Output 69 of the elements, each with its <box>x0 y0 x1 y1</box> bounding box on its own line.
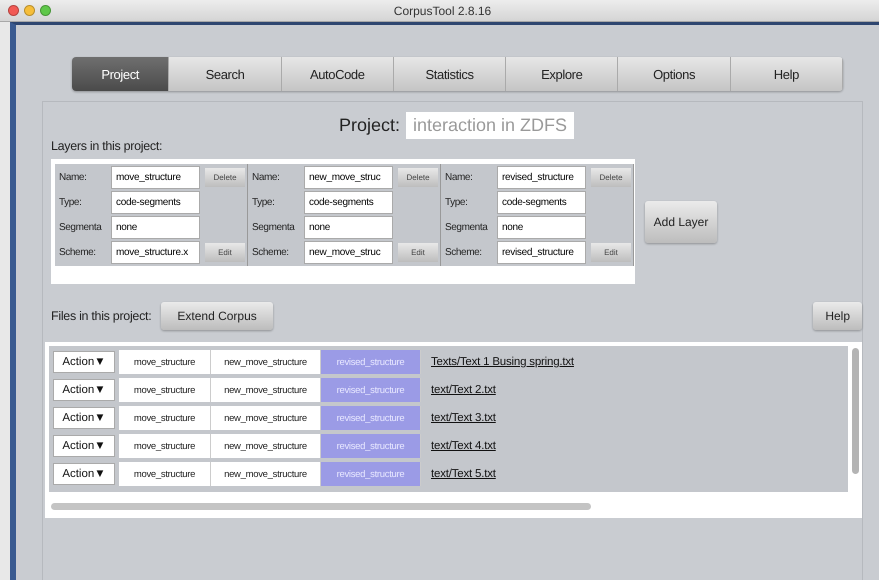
field-label: Scheme: <box>252 247 290 258</box>
field-label: Name: <box>59 172 88 183</box>
layer-cell[interactable]: move_structure <box>119 378 211 402</box>
extend-corpus-button[interactable]: Extend Corpus <box>161 302 273 330</box>
input-field[interactable]: none <box>111 216 200 239</box>
horizontal-scrollbar[interactable] <box>51 503 591 510</box>
files-label: Files in this project: <box>51 309 152 323</box>
field-label: Segmenta <box>59 222 103 233</box>
field-label: Type: <box>59 197 82 208</box>
input-field[interactable]: revised_structure <box>497 166 586 189</box>
action-dropdown[interactable]: Action▼ <box>53 379 115 401</box>
file-link[interactable]: text/Text 2.txt <box>431 384 496 396</box>
vertical-scrollbar[interactable] <box>852 348 859 474</box>
tab[interactable]: Project <box>72 57 170 91</box>
layer-cell[interactable]: new_move_structure <box>211 350 321 374</box>
tab[interactable]: Search <box>169 57 282 91</box>
edit-button[interactable]: Edit <box>591 243 631 262</box>
field-label: Scheme: <box>59 247 97 258</box>
delete-button[interactable]: Delete <box>205 168 245 187</box>
layer-cell[interactable]: move_structure <box>119 434 211 458</box>
layer-cell[interactable]: move_structure <box>119 350 211 374</box>
field-label: Segmenta <box>445 222 489 233</box>
close-button[interactable] <box>8 5 19 16</box>
tab[interactable]: Options <box>618 57 731 91</box>
input-field[interactable]: new_move_struc <box>304 241 393 264</box>
file-link[interactable]: text/Text 4.txt <box>431 440 496 452</box>
minimize-button[interactable] <box>24 5 35 16</box>
tab[interactable]: Statistics <box>394 57 506 91</box>
input-field[interactable]: none <box>497 216 586 239</box>
field-label: Type: <box>252 197 276 208</box>
delete-button[interactable]: Delete <box>398 168 438 187</box>
layer-cell[interactable]: new_move_structure <box>211 462 321 486</box>
input-field[interactable]: move_structure.x <box>111 241 200 264</box>
action-dropdown[interactable]: Action▼ <box>53 435 115 457</box>
tab[interactable]: AutoCode <box>282 57 394 91</box>
layer-cell[interactable]: move_structure <box>119 406 211 430</box>
action-dropdown[interactable]: Action▼ <box>53 463 115 485</box>
layer-cell[interactable]: new_move_structure <box>211 378 321 402</box>
delete-button[interactable]: Delete <box>591 168 631 187</box>
layers-label: Layers in this project: <box>51 139 164 153</box>
input-field[interactable]: new_move_struc <box>304 166 393 189</box>
field-label: Name: <box>252 172 280 183</box>
file-link[interactable]: text/Text 3.txt <box>431 412 496 424</box>
file-link[interactable]: text/Text 5.txt <box>431 468 496 480</box>
field-label: Segmenta <box>252 222 296 233</box>
tab[interactable]: Explore <box>506 57 618 91</box>
input-field[interactable]: code-segments <box>111 191 200 214</box>
file-link[interactable]: Texts/Text 1 Busing spring.txt <box>431 356 574 368</box>
action-dropdown[interactable]: Action▼ <box>53 407 115 429</box>
field-label: Type: <box>445 197 468 208</box>
input-field[interactable]: move_structure <box>111 166 200 189</box>
add-layer-button[interactable]: Add Layer <box>645 200 717 242</box>
input-field[interactable]: code-segments <box>304 191 393 214</box>
edit-button[interactable]: Edit <box>205 243 245 262</box>
field-label: Scheme: <box>445 247 483 258</box>
layer-cell[interactable]: new_move_structure <box>211 406 321 430</box>
input-field[interactable]: revised_structure <box>497 241 586 264</box>
window-title: CorpusTool 2.8.16 <box>392 4 492 18</box>
input-field[interactable]: none <box>304 216 393 239</box>
field-label: Name: <box>445 172 474 183</box>
project-label: Project: <box>338 115 400 136</box>
input-field[interactable]: code-segments <box>497 191 586 214</box>
layer-cell[interactable]: new_move_structure <box>211 434 321 458</box>
layer-cell[interactable]: move_structure <box>119 462 211 486</box>
tab[interactable]: Help <box>730 57 843 91</box>
help-button[interactable]: Help <box>813 302 862 330</box>
edit-button[interactable]: Edit <box>398 243 438 262</box>
zoom-button[interactable] <box>40 5 51 16</box>
action-dropdown[interactable]: Action▼ <box>53 351 115 373</box>
